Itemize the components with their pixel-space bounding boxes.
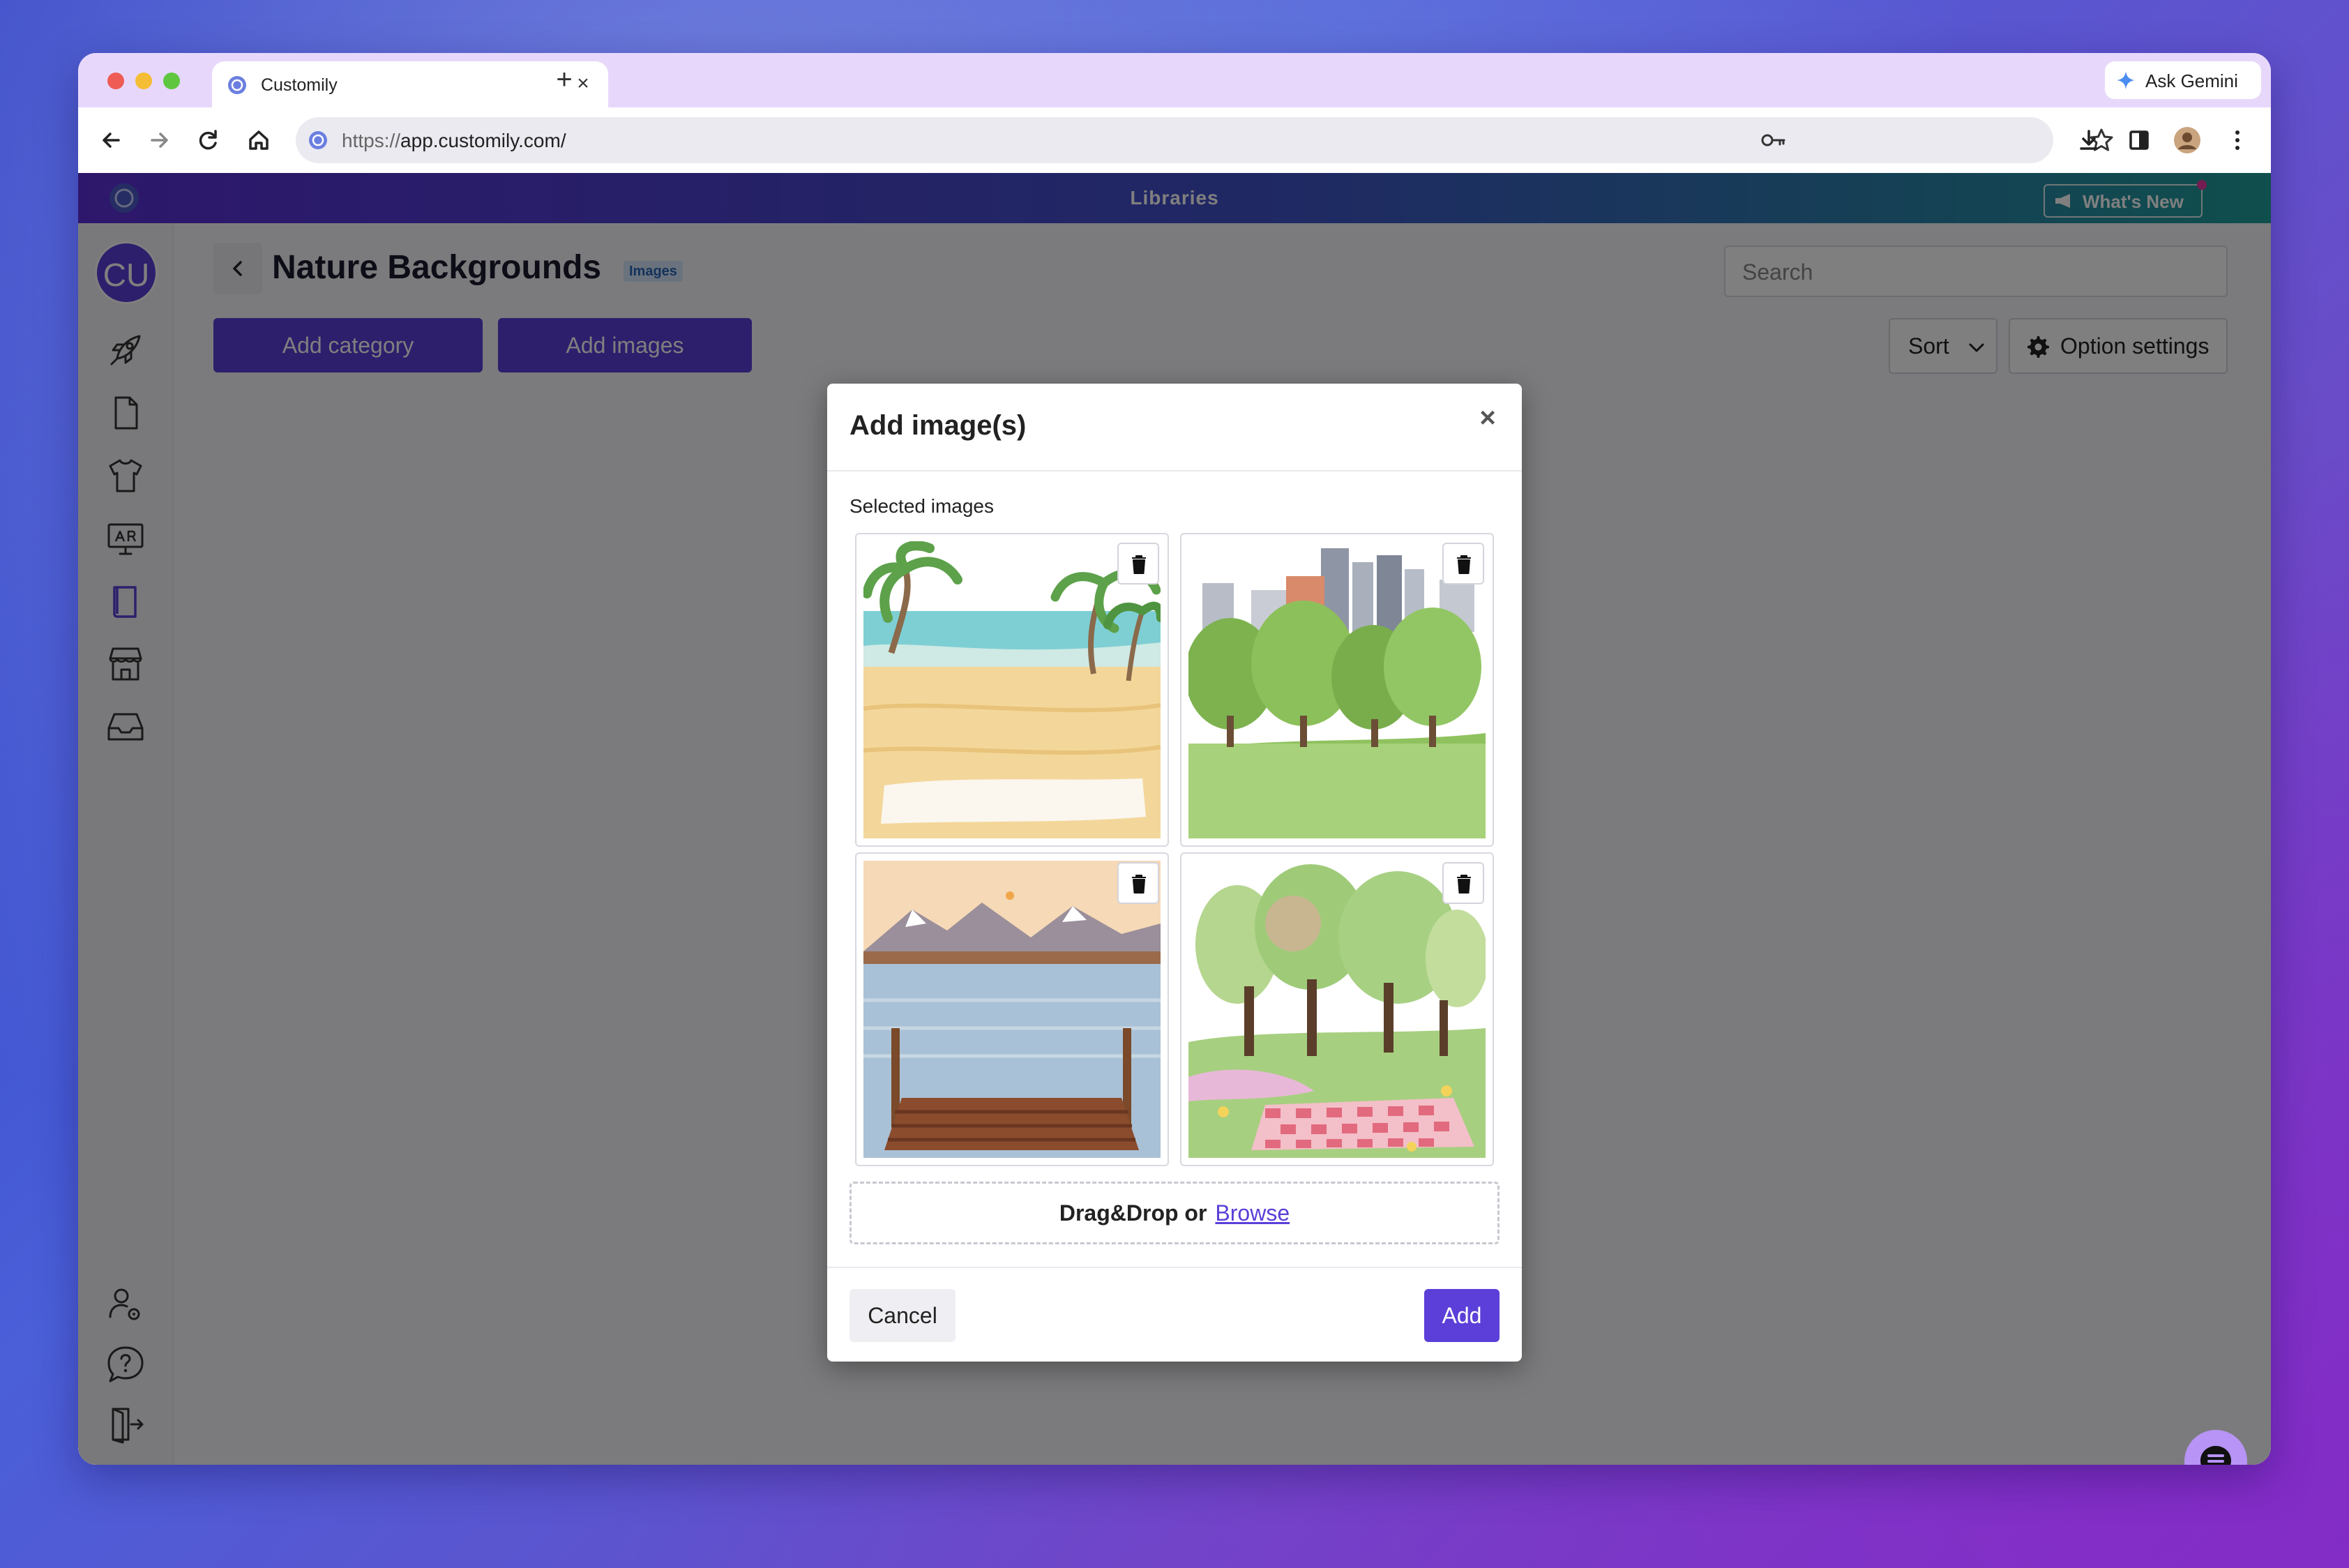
home-icon[interactable] bbox=[241, 123, 276, 158]
delete-image-button[interactable] bbox=[1442, 543, 1484, 585]
back-arrow-icon[interactable] bbox=[93, 123, 128, 158]
forward-arrow-icon[interactable] bbox=[142, 123, 177, 158]
password-key-icon[interactable] bbox=[1760, 130, 1788, 151]
tab-title: Customily bbox=[261, 75, 338, 95]
gemini-label: Ask Gemini bbox=[2145, 70, 2238, 91]
customily-favicon-icon bbox=[228, 76, 246, 94]
maximize-window-button[interactable] bbox=[163, 73, 180, 89]
chat-bubble-icon bbox=[2200, 1446, 2231, 1465]
selected-image-thumbnail bbox=[855, 852, 1169, 1166]
site-favicon-icon bbox=[309, 131, 327, 149]
browse-link[interactable]: Browse bbox=[1215, 1200, 1290, 1226]
add-button[interactable]: Add bbox=[1424, 1289, 1500, 1342]
profile-avatar-icon[interactable] bbox=[2170, 123, 2205, 158]
ask-gemini-button[interactable]: Ask Gemini bbox=[2105, 61, 2261, 99]
url-text: https://app.customily.com/ bbox=[342, 130, 566, 151]
customily-app: Libraries What's New CU bbox=[78, 173, 2271, 1465]
add-images-modal: Add image(s) × Selected images Drag&Drop… bbox=[827, 384, 1522, 1362]
modal-close-icon[interactable]: × bbox=[1472, 402, 1504, 434]
selected-image-thumbnail bbox=[1180, 533, 1494, 847]
picnic-image bbox=[1188, 861, 1486, 1158]
trash-icon bbox=[1132, 875, 1146, 894]
side-panel-icon[interactable] bbox=[2122, 123, 2157, 158]
cancel-button[interactable]: Cancel bbox=[849, 1289, 956, 1342]
gemini-sparkle-icon bbox=[2117, 71, 2135, 89]
tab-strip: Customily × + Ask Gemini bbox=[78, 53, 2271, 107]
modal-header-divider bbox=[827, 470, 1522, 472]
close-window-button[interactable] bbox=[107, 73, 124, 89]
delete-image-button[interactable] bbox=[1442, 862, 1484, 904]
selected-images-label: Selected images bbox=[849, 495, 995, 517]
image-dropzone[interactable]: Drag&Drop or Browse bbox=[849, 1182, 1500, 1244]
reload-icon[interactable] bbox=[191, 123, 226, 158]
address-bar[interactable]: https://app.customily.com/ bbox=[296, 117, 2113, 163]
modal-title: Add image(s) bbox=[849, 410, 1027, 441]
trash-icon bbox=[1457, 555, 1471, 574]
city-park-image bbox=[1188, 541, 1486, 838]
new-tab-button[interactable]: + bbox=[547, 63, 582, 98]
modal-footer-divider bbox=[827, 1267, 1522, 1268]
delete-image-button[interactable] bbox=[1117, 862, 1159, 904]
delete-image-button[interactable] bbox=[1117, 543, 1159, 585]
kebab-menu-icon[interactable] bbox=[2220, 123, 2255, 158]
drag-drop-text: Drag&Drop or bbox=[1059, 1200, 1207, 1226]
browser-window: Customily × + Ask Gemini https://app.cus… bbox=[78, 53, 2271, 1465]
trash-icon bbox=[1457, 875, 1471, 894]
download-icon[interactable] bbox=[2071, 123, 2106, 158]
minimize-window-button[interactable] bbox=[135, 73, 152, 89]
selected-image-thumbnail bbox=[1180, 852, 1494, 1166]
browser-toolbar: https://app.customily.com/ bbox=[78, 107, 2271, 173]
beach-image bbox=[863, 541, 1161, 838]
lake-dock-image bbox=[863, 861, 1161, 1158]
trash-icon bbox=[1132, 555, 1146, 574]
selected-image-thumbnail bbox=[855, 533, 1169, 847]
